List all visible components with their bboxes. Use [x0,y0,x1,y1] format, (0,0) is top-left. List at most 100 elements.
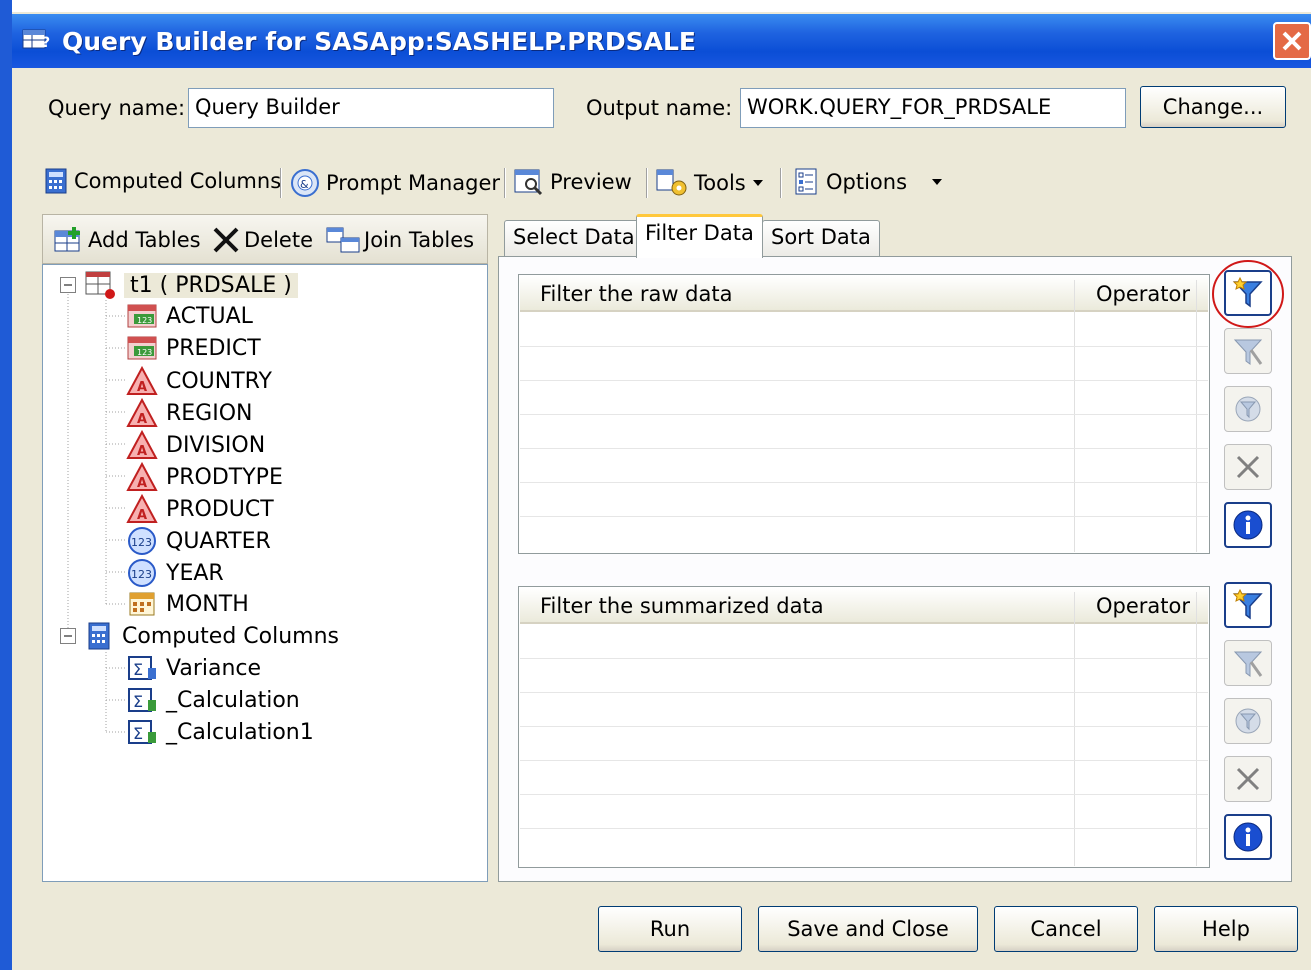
query-name-input[interactable]: Query Builder [188,88,554,128]
toolbar-separator [780,168,782,198]
tab-sort-data[interactable]: Sort Data [762,220,880,256]
column-label: REGION [166,400,253,426]
combine-summary-filters-button[interactable] [1224,698,1272,744]
help-button[interactable]: Help [1154,906,1298,952]
tree-column-year[interactable]: 123 YEAR [126,558,224,588]
combine-filters-button[interactable] [1224,386,1272,432]
grid-row-line [520,414,1208,415]
edit-filter-button[interactable] [1224,328,1272,374]
svg-text:123: 123 [131,568,152,581]
svg-text:A: A [137,508,147,523]
table-icon [85,271,115,299]
tree-column-prodtype[interactable]: A PRODTYPE [126,462,283,492]
grid-row-line [520,760,1208,761]
edit-filter-icon [1233,651,1263,677]
output-name-input[interactable]: WORK.QUERY_FOR_PRDSALE [740,88,1126,128]
toolbar-separator [646,168,648,198]
summary-filter-info-button[interactable] [1224,814,1272,860]
raw-grid-header-operator: Operator [1096,282,1190,306]
computed-item-label: Variance [166,655,262,681]
tab-filter-data[interactable]: Filter Data [636,214,763,258]
number-icon: 123 [128,527,156,555]
query-builder-icon: ? [22,29,50,51]
column-divider [1074,280,1075,552]
column-label: MONTH [166,591,249,617]
sigma-icon: Σ [128,688,156,712]
grid-row-line [520,516,1208,517]
save-and-close-button[interactable]: Save and Close [758,906,978,952]
window-title: Query Builder for SASApp:SASHELP.PRDSALE [62,27,696,56]
delete-summary-filter-button[interactable] [1224,756,1272,802]
delete-button[interactable]: Delete [212,226,313,254]
options-label: Options [826,170,908,194]
info-icon [1233,510,1263,540]
preview-button[interactable]: Preview [514,168,632,196]
cancel-button[interactable]: Cancel [994,906,1138,952]
grid-row-line [520,380,1208,381]
summary-grid-header-operator: Operator [1096,594,1190,618]
numeric-column-icon: 123 [127,336,157,360]
change-button[interactable]: Change... [1140,86,1286,128]
edit-summary-filter-button[interactable] [1224,640,1272,686]
column-divider [1196,280,1197,552]
tree-node-computed-columns[interactable]: Computed Columns [60,622,339,650]
collapse-icon [60,277,76,293]
prompt-manager-button[interactable]: & Prompt Manager [290,168,500,198]
column-divider [1074,592,1075,866]
options-icon [795,168,817,195]
filter-info-button[interactable] [1224,502,1272,548]
tree-node-table[interactable]: t1 ( PRDSALE ) [60,270,298,300]
tools-menu-button[interactable]: Tools [656,168,764,198]
column-label: ACTUAL [166,303,253,329]
summary-filter-grid[interactable] [518,586,1210,868]
calculator-icon [45,168,67,194]
summary-grid-header-filter: Filter the summarized data [540,594,824,618]
tree-column-actual[interactable]: 123 ACTUAL [126,302,253,330]
prompt-globe-icon: & [291,169,319,197]
new-summary-filter-button[interactable] [1224,582,1272,628]
close-icon [1282,31,1302,51]
table-node-label: t1 ( PRDSALE ) [124,272,298,298]
svg-text:Σ: Σ [133,724,143,743]
join-tables-button[interactable]: Join Tables [326,226,474,254]
delete-filter-button[interactable] [1224,444,1272,490]
close-button[interactable] [1273,22,1311,60]
options-menu-button[interactable]: Options [794,168,943,196]
computed-columns-button[interactable]: Computed Columns [44,168,281,194]
character-column-icon: A [126,462,158,491]
grid-row-line [520,658,1208,659]
tree-column-country[interactable]: A COUNTRY [126,366,272,396]
new-filter-icon [1232,588,1263,620]
toolbar-separator [280,168,282,198]
tree-computed-variance[interactable]: Σ Variance [126,654,261,682]
character-column-icon: A [126,398,158,427]
output-name-label: Output name: [586,96,733,120]
tree-computed-calculation[interactable]: Σ _Calculation [126,686,300,714]
delete-x-icon [1236,767,1260,791]
toolbar-separator [504,168,506,198]
tab-select-data[interactable]: Select Data [504,220,644,256]
dropdown-arrow-icon [932,179,943,185]
run-button[interactable]: Run [598,906,742,952]
computed-columns-label: Computed Columns [74,169,282,193]
combine-filters-icon [1235,708,1261,734]
tree-column-month[interactable]: MONTH [126,590,249,618]
svg-text:A: A [137,444,147,459]
svg-text:&: & [300,178,309,191]
tools-label: Tools [694,171,746,195]
join-tables-icon [326,227,360,253]
tree-column-region[interactable]: A REGION [126,398,253,428]
character-column-icon: A [126,494,158,523]
delete-x-icon [1236,455,1260,479]
query-name-label: Query name: [48,96,186,120]
column-label: PRODTYPE [166,464,283,490]
add-tables-button[interactable]: Add Tables [54,226,201,254]
tree-column-predict[interactable]: 123 PREDICT [126,334,261,362]
tree-computed-calculation1[interactable]: Σ _Calculation1 [126,718,314,746]
tree-column-product[interactable]: A PRODUCT [126,494,274,524]
highlight-circle [1212,260,1284,328]
combine-filters-icon [1235,396,1261,422]
tree-column-quarter[interactable]: 123 QUARTER [126,526,271,556]
svg-text:123: 123 [137,348,152,357]
tree-column-division[interactable]: A DIVISION [126,430,265,460]
